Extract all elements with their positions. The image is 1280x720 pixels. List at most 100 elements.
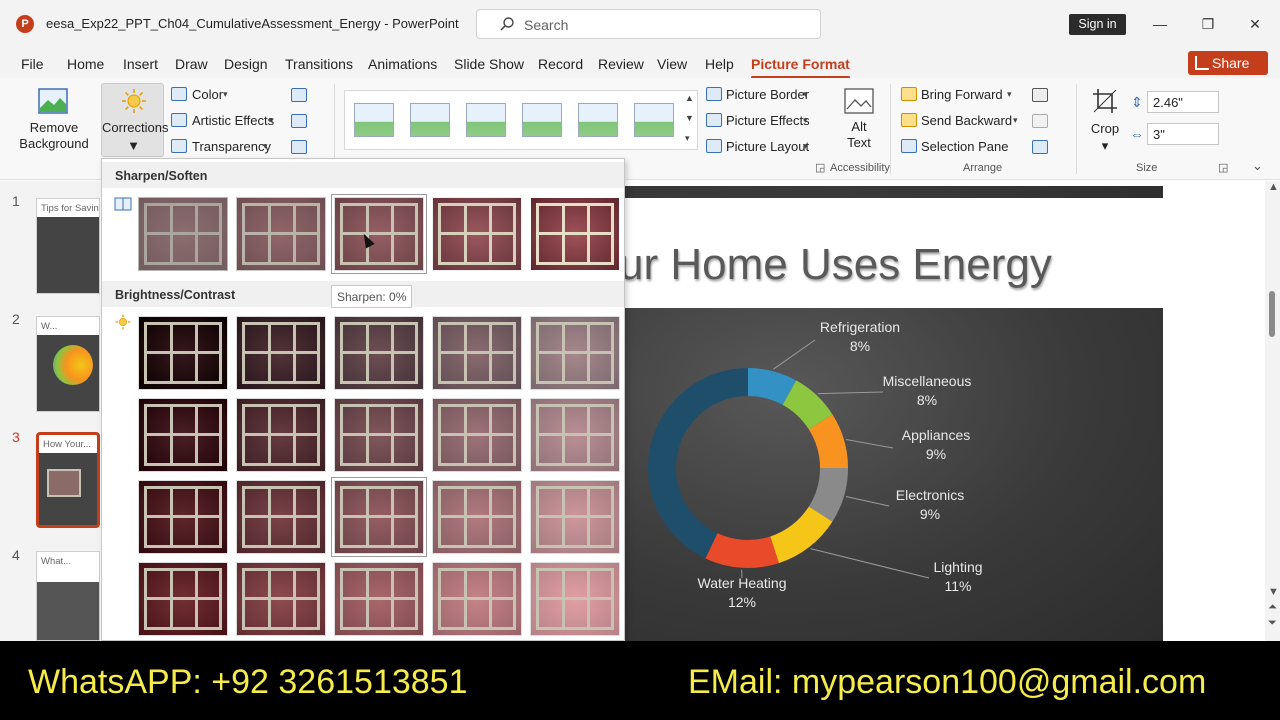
brightness-contrast-option[interactable] [530,562,620,636]
picture-style-3[interactable] [466,103,506,137]
color-button[interactable]: Color ▾ [171,86,281,104]
remove-background-button[interactable]: Remove Background [18,84,90,154]
scroll-up-icon[interactable]: ▲ [1268,181,1279,193]
brightness-contrast-option[interactable] [236,398,326,472]
minimize-button[interactable]: — [1150,14,1170,34]
brightness-contrast-option[interactable] [236,562,326,636]
brightness-contrast-option[interactable] [432,398,522,472]
share-button[interactable]: Share [1188,51,1268,75]
picture-styles-gallery: ▲ ▼ ▾ [344,90,698,150]
picture-border-button[interactable]: Picture Border ▾ [706,86,816,104]
search-input[interactable]: Search [476,9,821,39]
chart-slice-water-heating[interactable] [705,533,779,568]
maximize-button[interactable]: ❐ [1198,14,1218,34]
width-field[interactable]: 3" [1147,123,1219,145]
tab-home[interactable]: Home [67,56,104,72]
brightness-contrast-option[interactable] [138,316,228,390]
tab-animations[interactable]: Animations [368,56,437,72]
sign-in-button[interactable]: Sign in [1069,14,1126,35]
brightness-contrast-option[interactable] [530,398,620,472]
tab-transitions[interactable]: Transitions [285,56,353,72]
sharpen-option-3[interactable] [331,194,427,274]
picture-style-4[interactable] [522,103,562,137]
send-backward-button[interactable]: Send Backward ▾ [901,112,1021,130]
brightness-contrast-option[interactable] [530,480,620,554]
tab-review[interactable]: Review [598,56,644,72]
window-picture [536,322,614,384]
compress-pictures-icon[interactable] [291,88,307,102]
brightness-contrast-option[interactable] [432,316,522,390]
brightness-contrast-option[interactable] [334,398,424,472]
window-picture [144,486,222,548]
crop-button[interactable]: Crop ▾ [1088,86,1122,153]
picture-layout-button[interactable]: Picture Layout ▾ [706,138,816,156]
picture-style-5[interactable] [578,103,618,137]
gallery-up-icon[interactable]: ▲ [685,93,694,103]
brightness-contrast-option[interactable] [432,480,522,554]
sharpen-option-4[interactable] [432,197,522,271]
change-picture-icon[interactable] [291,114,307,128]
chart-category-label: Lighting [933,559,982,575]
brightness-contrast-option[interactable] [530,316,620,390]
picture-style-1[interactable] [354,103,394,137]
next-slide-icon[interactable]: ⏷ [1268,617,1277,630]
brightness-contrast-option[interactable] [138,480,228,554]
alt-text-button[interactable]: Alt Text [838,86,880,156]
height-field[interactable]: 2.46" [1147,91,1219,113]
gallery-more-icon[interactable]: ▾ [685,133,690,144]
energy-donut-chart[interactable]: Refrigeration 8% Miscellaneous 8% Appliances… [625,186,1163,641]
brightness-contrast-option[interactable] [432,562,522,636]
picture-style-2[interactable] [410,103,450,137]
brightness-contrast-option[interactable] [331,477,427,557]
tab-slide-show[interactable]: Slide Show [454,56,524,72]
tab-design[interactable]: Design [224,56,268,72]
window-picture [340,568,418,630]
prev-slide-icon[interactable]: ⏶ [1268,601,1277,614]
tab-file[interactable]: File [21,56,44,72]
tab-record[interactable]: Record [538,56,583,72]
bring-forward-button[interactable]: Bring Forward ▾ [901,86,1017,104]
picture-effects-icon [706,113,722,127]
picture-styles-launcher-icon[interactable]: ◲ [815,161,825,174]
scroll-down-icon[interactable]: ▼ [1268,586,1279,598]
brightness-contrast-option[interactable] [138,562,228,636]
sharpen-icon [114,197,132,211]
brightness-contrast-option[interactable] [334,316,424,390]
slide-thumbnail-3[interactable]: How Your... [36,432,100,528]
brightness-contrast-option[interactable] [236,316,326,390]
picture-effects-button[interactable]: Picture Effects ▾ [706,112,816,130]
tab-draw[interactable]: Draw [175,56,208,72]
transparency-button[interactable]: Transparency ▾ [171,138,281,156]
brightness-contrast-option[interactable] [334,562,424,636]
tab-view[interactable]: View [657,56,687,72]
chart-slice-remaining[interactable] [648,368,748,559]
tab-insert[interactable]: Insert [123,56,158,72]
brightness-contrast-option[interactable] [138,398,228,472]
sharpen-option-1[interactable] [138,197,228,271]
size-launcher-icon[interactable]: ◲ [1218,161,1228,174]
slide-thumbnail-2[interactable]: W... [36,316,100,412]
selection-pane-button[interactable]: Selection Pane [901,138,1011,156]
sharpen-option-5[interactable] [530,197,620,271]
group-icon[interactable] [1032,114,1048,128]
align-icon[interactable] [1032,88,1048,102]
rotate-icon[interactable] [1032,140,1048,154]
gallery-down-icon[interactable]: ▼ [685,113,694,123]
vertical-scrollbar[interactable]: ▲ ▼ ⏶ ⏷ [1265,181,1280,641]
color-icon [171,87,187,101]
sharpen-option-2[interactable] [236,197,326,271]
chevron-down-icon: ▾ [1101,138,1109,153]
tab-help[interactable]: Help [705,56,734,72]
collapse-ribbon-icon[interactable]: ⌄ [1252,158,1263,174]
corrections-button[interactable]: Corrections ▼ [101,83,168,157]
artistic-effects-button[interactable]: Artistic Effects ▾ [171,112,286,130]
close-button[interactable]: ✕ [1245,14,1265,34]
scrollbar-thumb[interactable] [1269,291,1275,337]
tab-picture-format[interactable]: Picture Format [751,56,850,79]
slide-thumbnail-1[interactable]: Tips for Savin... Your H... [36,198,100,294]
picture-style-6[interactable] [634,103,674,137]
slide-thumbnail-4[interactable]: What... [36,551,100,641]
chart-value-label: 8% [917,392,937,408]
brightness-contrast-option[interactable] [236,480,326,554]
reset-picture-icon[interactable] [291,140,307,154]
